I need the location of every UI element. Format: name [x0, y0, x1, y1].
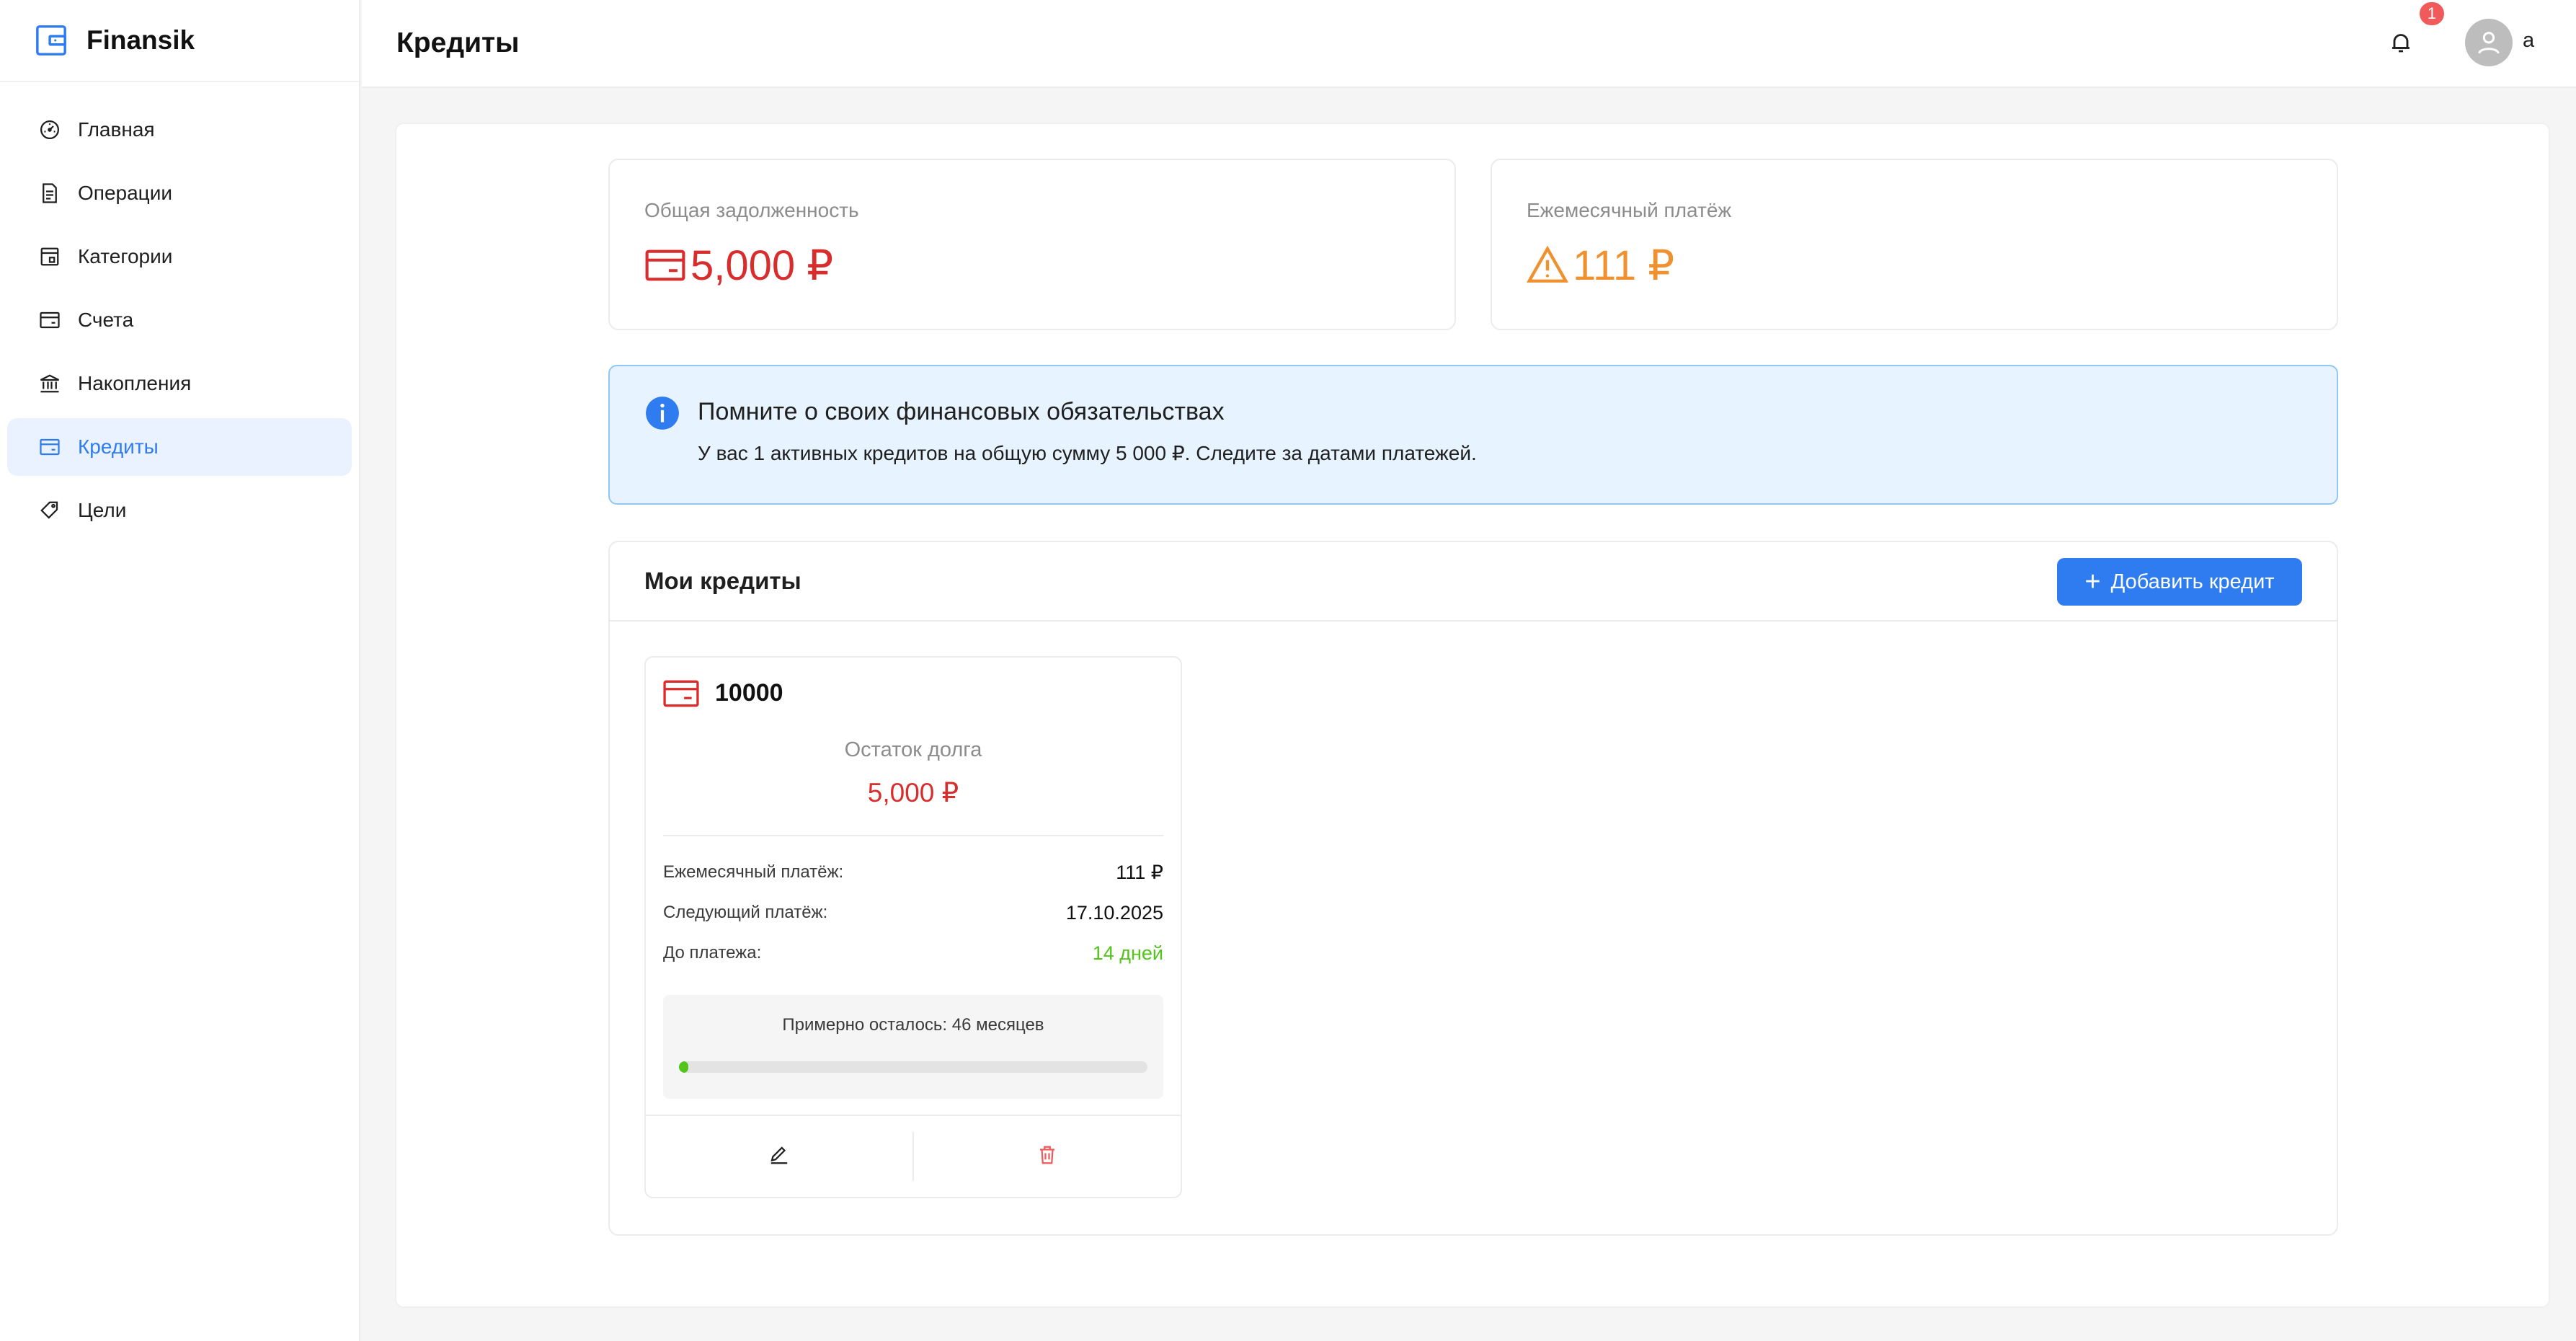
next-payment-row: Следующий платёж: 17.10.2025 — [663, 900, 1163, 926]
alert-title: Помните о своих финансовых обязательства… — [698, 398, 1225, 425]
info-alert: Помните о своих финансовых обязательства… — [608, 365, 2338, 505]
progress-track — [679, 1061, 1147, 1073]
monthly-payment-label: Ежемесячный платёж — [1527, 199, 1732, 221]
brand[interactable]: Finansik — [0, 0, 359, 82]
credit-card-icon — [39, 436, 61, 458]
info-icon — [644, 395, 680, 431]
row-value: 14 дней — [1092, 942, 1163, 964]
tag-icon — [39, 500, 61, 521]
credit-actions — [646, 1115, 1181, 1197]
monthly-payment-card: Ежемесячный платёж 111 ₽ — [1491, 159, 2338, 330]
page-title: Кредиты — [396, 27, 520, 58]
notifications-bell-icon[interactable] — [2386, 27, 2416, 58]
credit-name: 10000 — [715, 679, 783, 707]
wallet-logo-icon — [35, 24, 68, 57]
sidebar-item-label: Операции — [78, 182, 172, 204]
progress-fill — [679, 1061, 688, 1073]
dashboard-icon — [39, 119, 61, 141]
row-label: Ежемесячный платёж: — [663, 862, 844, 882]
total-debt-label: Общая задолженность — [644, 199, 859, 221]
credit-item-card: 10000 Остаток долга 5,000 ₽ Ежемесячный … — [644, 656, 1182, 1198]
section-title: Мои кредиты — [644, 567, 801, 594]
add-credit-button[interactable]: + Добавить кредит — [2057, 558, 2302, 606]
total-debt-value: 5,000 ₽ — [690, 242, 834, 289]
progress-label: Примерно осталось: 46 месяцев — [782, 1015, 1044, 1035]
content-panel: Общая задолженность 5,000 ₽ Ежемесячный … — [395, 123, 2550, 1308]
sidebar-item-savings[interactable]: Накопления — [7, 355, 352, 412]
add-credit-button-label: Добавить кредит — [2110, 570, 2275, 593]
sidebar-item-categories[interactable]: Категории — [7, 228, 352, 286]
app-name: Finansik — [86, 25, 195, 55]
payoff-progress-box: Примерно осталось: 46 месяцев — [663, 995, 1163, 1099]
my-credits-header: Мои кредиты + Добавить кредит — [610, 542, 2337, 621]
sidebar-item-label: Цели — [78, 499, 127, 521]
sidebar-item-operations[interactable]: Операции — [7, 164, 352, 222]
warning-icon — [1527, 244, 1568, 286]
divider — [663, 835, 1163, 836]
file-icon — [39, 182, 61, 204]
sidebar-item-label: Накопления — [78, 372, 192, 394]
alert-text: У вас 1 активных кредитов на общую сумму… — [698, 442, 1477, 464]
trash-icon — [1036, 1144, 1058, 1169]
row-value: 111 ₽ — [1116, 861, 1163, 883]
username[interactable]: a — [2523, 29, 2534, 53]
total-debt-card: Общая задолженность 5,000 ₽ — [608, 159, 1456, 330]
notification-count-badge: 1 — [2417, 0, 2446, 27]
card-icon — [39, 309, 61, 331]
total-debt-value-row: 5,000 ₽ — [644, 241, 833, 290]
sidebar-item-goals[interactable]: Цели — [7, 482, 352, 539]
sidebar-item-label: Кредиты — [78, 435, 159, 458]
row-label: Следующий платёж: — [663, 903, 828, 922]
my-credits-section: Мои кредиты + Добавить кредит 10000 Оста… — [608, 541, 2338, 1236]
plus-icon: + — [2084, 567, 2101, 597]
delete-button[interactable] — [912, 1132, 1181, 1181]
sidebar-nav: Главная Операции Категории Счета Накопле… — [0, 82, 359, 539]
avatar[interactable] — [2465, 19, 2513, 66]
sidebar: Finansik Главная Операции Категории Счет… — [0, 0, 360, 1341]
sidebar-item-accounts[interactable]: Счета — [7, 291, 352, 349]
monthly-payment-value: 111 ₽ — [1573, 242, 1675, 289]
bank-icon — [39, 373, 61, 394]
monthly-payment-row: Ежемесячный платёж: 111 ₽ — [663, 859, 1163, 885]
sidebar-item-label: Главная — [78, 118, 155, 141]
sidebar-item-credits[interactable]: Кредиты — [7, 418, 352, 476]
edit-icon — [768, 1144, 790, 1169]
sidebar-item-home[interactable]: Главная — [7, 101, 352, 159]
credit-card-icon — [663, 678, 699, 709]
category-icon — [39, 246, 61, 267]
sidebar-item-label: Категории — [78, 245, 173, 267]
remaining-debt-label: Остаток долга — [844, 738, 982, 761]
top-header: Кредиты — [362, 0, 2576, 88]
row-value: 17.10.2025 — [1065, 901, 1163, 924]
sidebar-item-label: Счета — [78, 309, 134, 331]
edit-button[interactable] — [646, 1116, 912, 1197]
monthly-payment-value-row: 111 ₽ — [1527, 241, 1674, 290]
remaining-debt-value: 5,000 ₽ — [867, 778, 959, 807]
credit-card-icon — [644, 244, 686, 286]
days-until-payment-row: До платежа: 14 дней — [663, 940, 1163, 966]
row-label: До платежа: — [663, 943, 762, 962]
